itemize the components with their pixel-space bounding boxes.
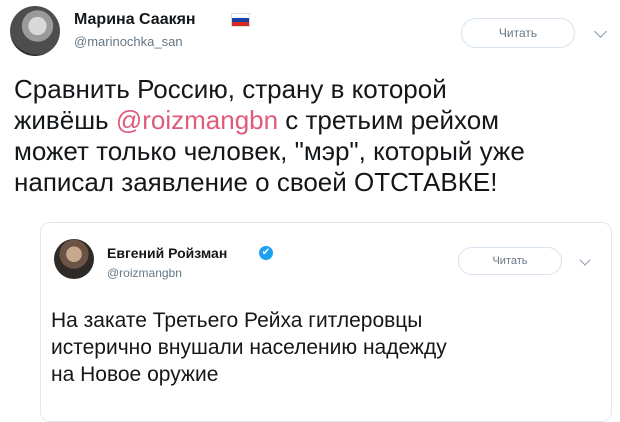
avatar[interactable]	[10, 6, 60, 56]
quoted-tweet[interactable]: Евгений Ройзман ✔ @roizmangbn Читать На …	[40, 222, 612, 422]
tweet-text: Сравнить Россию, страну в которой живёшь…	[14, 74, 614, 198]
quoted-author-handle[interactable]: @roizmangbn	[107, 266, 182, 280]
mention-link[interactable]: @roizmangbn	[116, 105, 278, 135]
follow-button[interactable]: Читать	[461, 18, 575, 48]
author-handle[interactable]: @marinochka_san	[74, 34, 183, 49]
russia-flag-icon	[231, 13, 250, 27]
quoted-tweet-text: На закате Третьего Рейха гитлеровцы исте…	[51, 309, 447, 386]
flag-stripe-red	[232, 22, 249, 26]
author-name[interactable]: Марина Саакян	[74, 11, 196, 29]
quoted-avatar[interactable]	[54, 239, 94, 279]
verified-badge-icon: ✔	[259, 246, 273, 260]
quoted-author-name[interactable]: Евгений Ройзман	[107, 245, 227, 261]
quoted-follow-button[interactable]: Читать	[458, 247, 562, 275]
quoted-chevron-down-icon[interactable]	[579, 254, 591, 266]
chevron-down-icon[interactable]	[594, 25, 607, 38]
